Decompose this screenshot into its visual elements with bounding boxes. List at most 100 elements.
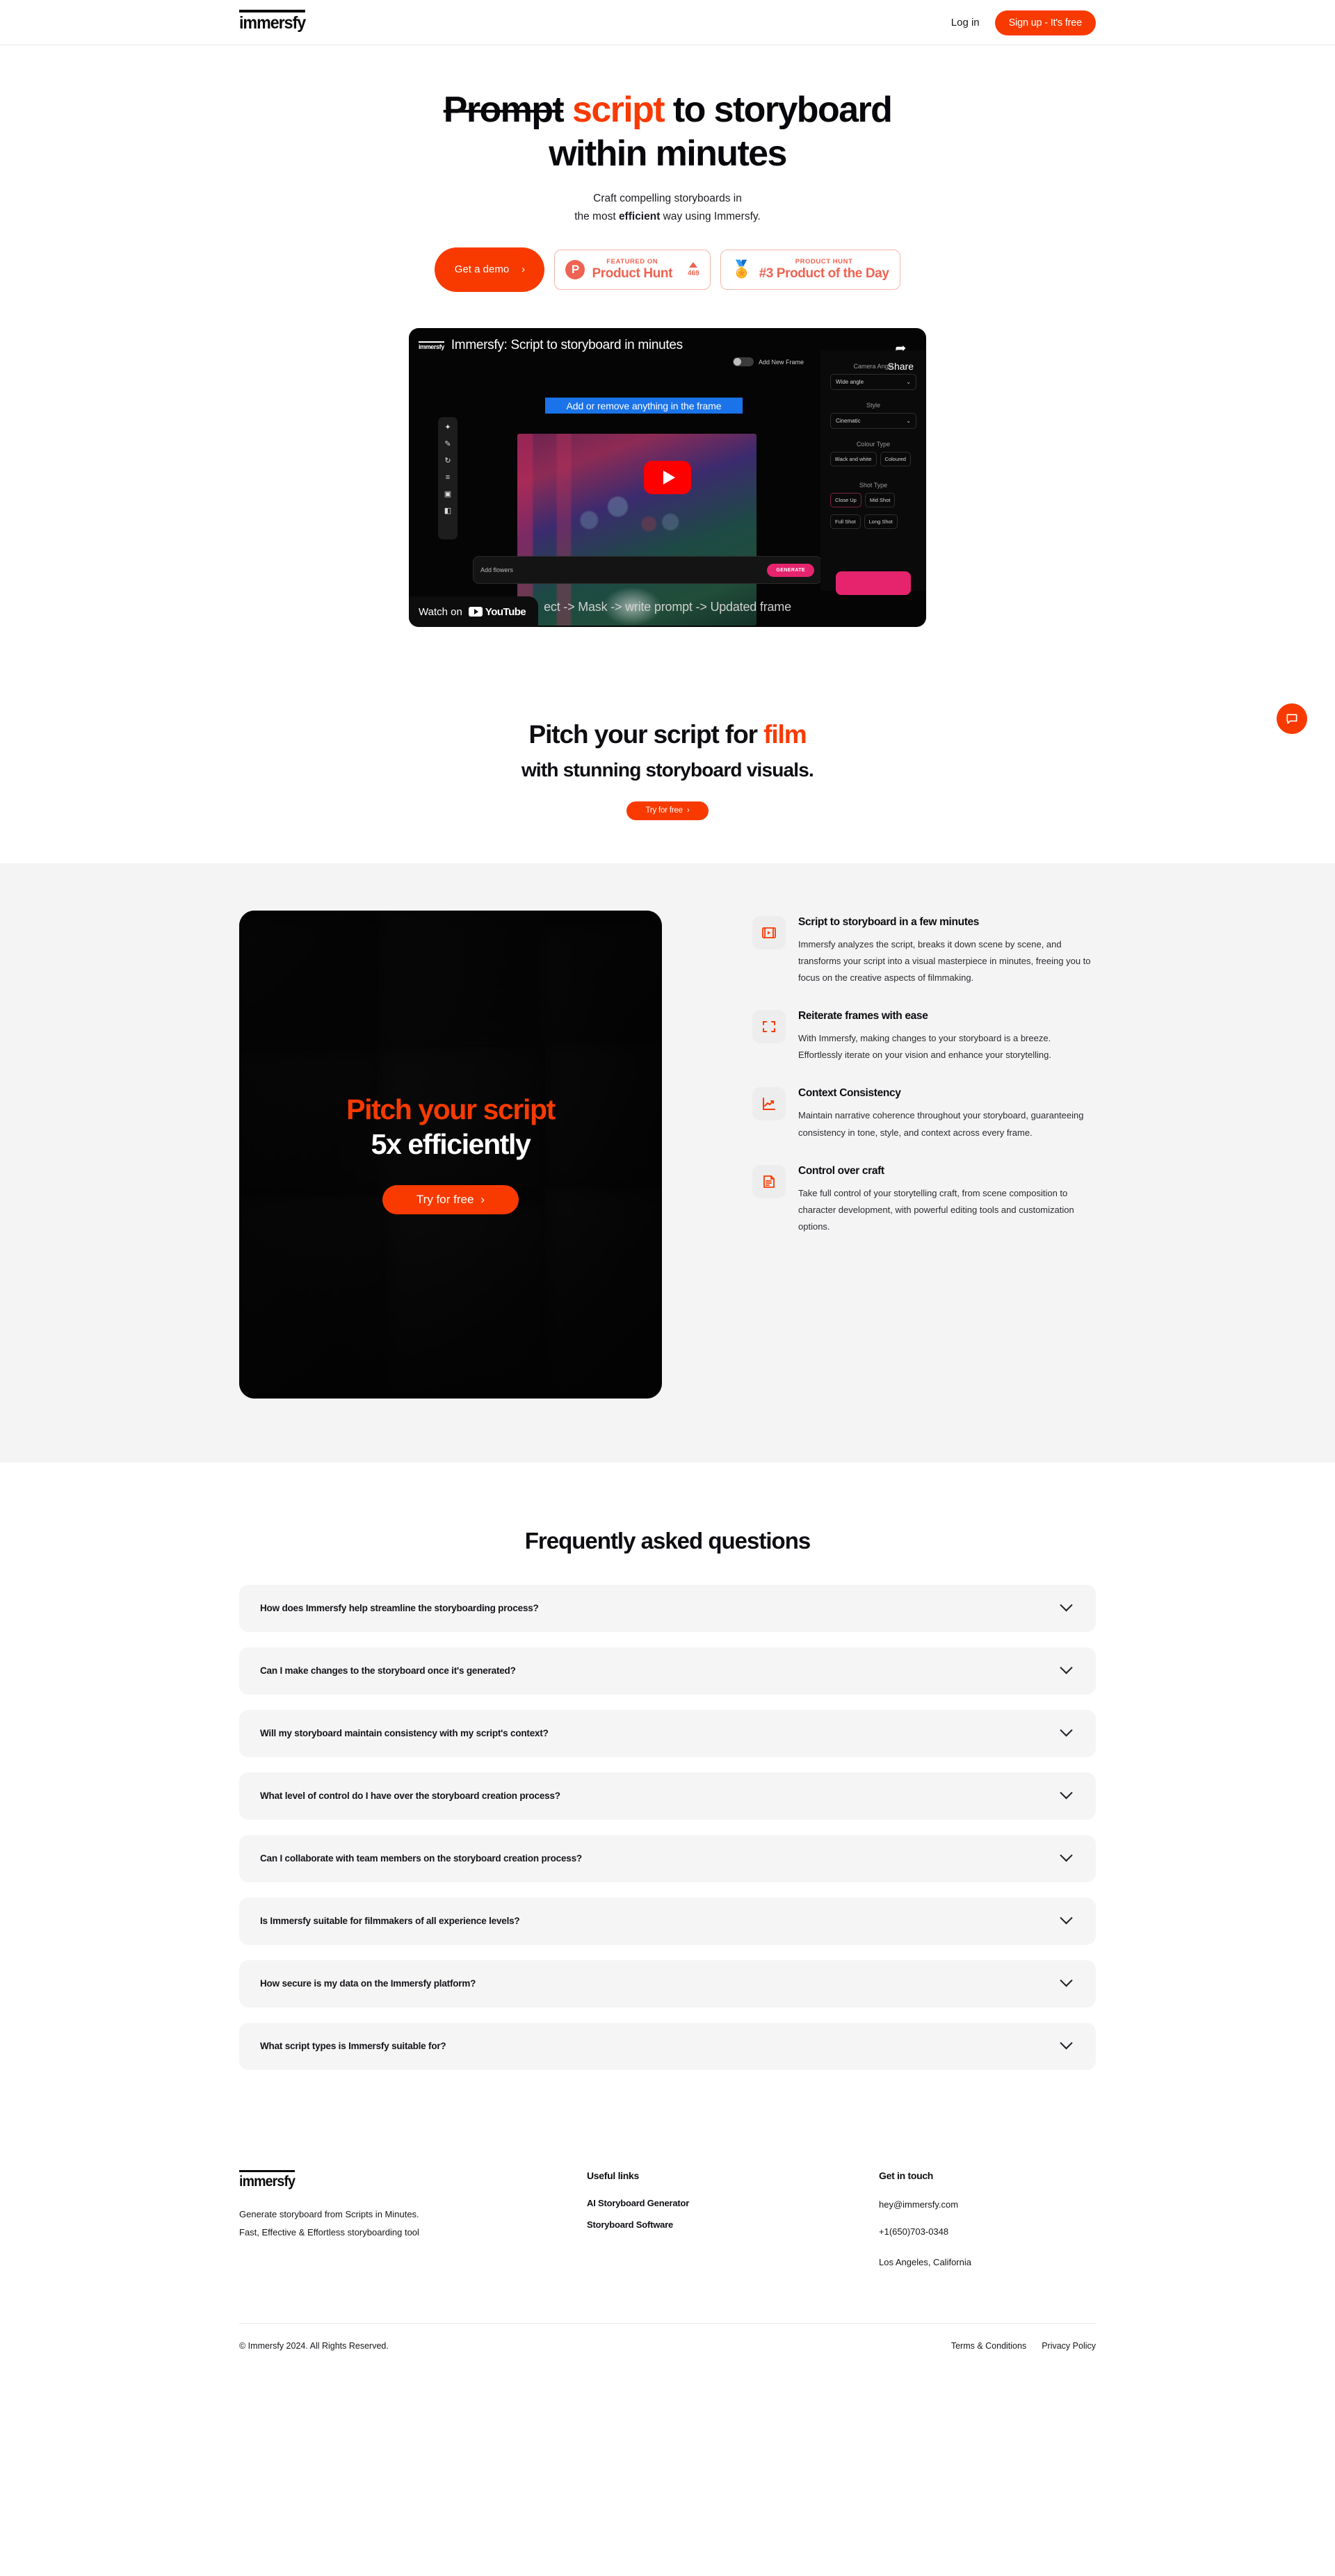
faq-item[interactable]: How secure is my data on the Immersfy pl… bbox=[239, 1959, 1096, 2007]
share-icon: ➦ bbox=[895, 341, 907, 357]
feature-title: Context Consistency bbox=[798, 1087, 901, 1100]
pitch-heading-line2: with stunning storyboard visuals. bbox=[521, 759, 814, 781]
feature-title: Script to storyboard in a few minutes bbox=[798, 915, 980, 928]
pitch-heading-accent: film bbox=[763, 720, 807, 749]
get-a-demo-button[interactable]: Get a demo › bbox=[435, 247, 545, 293]
hero-subtitle-line2-a: the most bbox=[574, 211, 619, 223]
feature-list: Script to storyboard in a few minutes Im… bbox=[752, 911, 1096, 1399]
footer-email[interactable]: hey@immersfy.com bbox=[879, 2198, 971, 2212]
chevron-down-icon bbox=[1060, 1911, 1073, 1925]
pitch-try-label: Try for free bbox=[645, 806, 683, 815]
colour-type-label: Colour Type bbox=[856, 441, 891, 448]
image-icon: ▣ bbox=[444, 490, 452, 499]
chevron-down-icon: ⌄ bbox=[906, 418, 911, 425]
editor-tool-rail: ✦ ✎ ↻ ≡ ▣ ◧ bbox=[438, 417, 458, 540]
faq-question: Can I make changes to the storyboard onc… bbox=[260, 1665, 516, 1677]
hero-subtitle-line2-c: way using Immersfy. bbox=[660, 211, 761, 223]
footer-link-storyboard-software[interactable]: Storyboard Software bbox=[587, 2219, 879, 2230]
product-of-the-day-badge[interactable]: 🏅 PRODUCT HUNT #3 Product of the Day bbox=[720, 250, 900, 291]
feature-item: Reiterate frames with ease With Immersfy… bbox=[752, 1010, 1096, 1063]
style-value: Cinematic bbox=[836, 418, 861, 425]
chat-bubble-icon bbox=[1286, 714, 1297, 724]
brand-logo[interactable]: immersfy bbox=[239, 10, 310, 32]
hero-cta-row: Get a demo › P FEATURED ON Product Hunt … bbox=[0, 247, 1335, 293]
footer-description-line1: Generate storyboard from Scripts in Minu… bbox=[239, 2208, 419, 2219]
nav-actions: Log in Sign up - It's free bbox=[951, 0, 1096, 45]
pitch-section: Pitch your script for film with stunning… bbox=[0, 627, 1335, 863]
promo-line1: Pitch your script bbox=[346, 1093, 556, 1126]
watch-on-youtube-button[interactable]: Watch on YouTube bbox=[409, 596, 539, 628]
privacy-link[interactable]: Privacy Policy bbox=[1042, 2341, 1096, 2351]
product-hunt-featured-text: FEATURED ON Product Hunt bbox=[592, 258, 672, 282]
expand-corners-icon bbox=[752, 1010, 786, 1044]
get-a-demo-label: Get a demo bbox=[454, 263, 510, 275]
video-header: immersfy Immersfy: Script to storyboard … bbox=[419, 338, 916, 353]
pitch-try-for-free-button[interactable]: Try for free › bbox=[626, 801, 709, 820]
youtube-play-button[interactable] bbox=[644, 461, 691, 495]
chevron-down-icon bbox=[1060, 1786, 1073, 1800]
promo-line2: 5x efficiently bbox=[371, 1127, 531, 1160]
trend-chart-icon bbox=[752, 1087, 786, 1121]
add-new-frame-toggle: Add New Frame bbox=[732, 357, 804, 367]
footer-logo[interactable]: immersfy bbox=[239, 2169, 296, 2190]
feature-body: With Immersfy, making changes to your st… bbox=[798, 1033, 1051, 1061]
chevron-down-icon bbox=[1060, 1849, 1073, 1862]
promo-try-label: Try for free bbox=[416, 1193, 474, 1207]
chat-widget-button[interactable] bbox=[1277, 703, 1307, 734]
terms-link[interactable]: Terms & Conditions bbox=[951, 2341, 1026, 2351]
style-select: Cinematic ⌄ bbox=[830, 413, 916, 430]
footer-link-ai-storyboard-generator[interactable]: AI Storyboard Generator bbox=[587, 2198, 879, 2208]
colour-option-bw: Black and white bbox=[830, 452, 877, 467]
feature-item: Script to storyboard in a few minutes Im… bbox=[752, 915, 1096, 987]
camera-angle-value: Wide angle bbox=[836, 379, 864, 386]
video-title: Immersfy: Script to storyboard in minute… bbox=[451, 338, 683, 353]
faq-question: Can I collaborate with team members on t… bbox=[260, 1853, 582, 1864]
share-button[interactable]: ➦ Share bbox=[888, 339, 914, 374]
shot-option-long-shot: Long Shot bbox=[864, 514, 898, 530]
youtube-video-player[interactable]: Add New Frame Add or remove anything in … bbox=[409, 328, 926, 628]
hero-subtitle-line1: Craft compelling storyboards in bbox=[593, 192, 742, 204]
footer-links-heading: Useful links bbox=[587, 2169, 639, 2181]
film-strip-play-icon bbox=[752, 915, 786, 949]
youtube-play-glyph bbox=[468, 607, 483, 617]
login-link[interactable]: Log in bbox=[951, 17, 980, 28]
generate-button: GENERATE bbox=[767, 563, 814, 577]
faq-item[interactable]: Is Immersfy suitable for filmmakers of a… bbox=[239, 1897, 1096, 1945]
eraser-icon: ✎ bbox=[444, 440, 451, 449]
faq-section: Frequently asked questions How does Imme… bbox=[0, 1462, 1335, 2134]
faq-item[interactable]: How does Immersfy help streamline the st… bbox=[239, 1584, 1096, 1632]
feature-item: Control over craft Take full control of … bbox=[752, 1164, 1096, 1236]
footer-contact-column: Get in touch hey@immersfy.com +1(650)703… bbox=[879, 2170, 971, 2283]
faq-item[interactable]: What level of control do I have over the… bbox=[239, 1772, 1096, 1820]
faq-item[interactable]: Can I collaborate with team members on t… bbox=[239, 1834, 1096, 1882]
features-section: Pitch your script 5x efficiently Try for… bbox=[0, 863, 1335, 1462]
product-of-the-day-title: #3 Product of the Day bbox=[759, 266, 889, 282]
product-hunt-featured-badge[interactable]: P FEATURED ON Product Hunt 469 bbox=[554, 250, 711, 291]
shot-type-options: Close Up Mid Shot Full Shot Long Shot bbox=[830, 493, 916, 532]
faq-question: What script types is Immersfy suitable f… bbox=[260, 2041, 446, 2052]
footer-phone[interactable]: +1(650)703-0348 bbox=[879, 2225, 971, 2239]
colour-type-options: Black and white Coloured bbox=[830, 452, 916, 470]
product-hunt-featured-title: Product Hunt bbox=[592, 266, 673, 282]
top-navigation-bar: immersfy Log in Sign up - It's free bbox=[0, 0, 1335, 45]
faq-question: Is Immersfy suitable for filmmakers of a… bbox=[260, 1916, 520, 1927]
faq-item[interactable]: What script types is Immersfy suitable f… bbox=[239, 2022, 1096, 2070]
watch-on-label: Watch on bbox=[419, 605, 462, 618]
faq-item[interactable]: Will my storyboard maintain consistency … bbox=[239, 1709, 1096, 1757]
style-label: Style bbox=[866, 402, 880, 409]
shot-option-full-shot: Full Shot bbox=[830, 514, 861, 530]
chevron-down-icon bbox=[1060, 1724, 1073, 1737]
pitch-heading: Pitch your script for film with stunning… bbox=[0, 717, 1335, 783]
footer-brand-column: immersfy Generate storyboard from Script… bbox=[239, 2169, 587, 2283]
chevron-right-icon: › bbox=[521, 263, 526, 275]
product-hunt-upvote: 469 bbox=[688, 262, 699, 277]
product-hunt-vote-count: 469 bbox=[688, 270, 699, 278]
hero-title-line3: minutes bbox=[655, 133, 788, 174]
document-lines-icon bbox=[752, 1164, 786, 1198]
product-hunt-logo-icon: P bbox=[565, 260, 585, 280]
promo-try-for-free-button[interactable]: Try for free › bbox=[382, 1185, 519, 1215]
faq-item[interactable]: Can I make changes to the storyboard onc… bbox=[239, 1647, 1096, 1695]
toggle-switch-icon bbox=[732, 357, 754, 367]
hero-title-tail: to bbox=[672, 90, 706, 130]
signup-button[interactable]: Sign up - It's free bbox=[994, 10, 1096, 35]
